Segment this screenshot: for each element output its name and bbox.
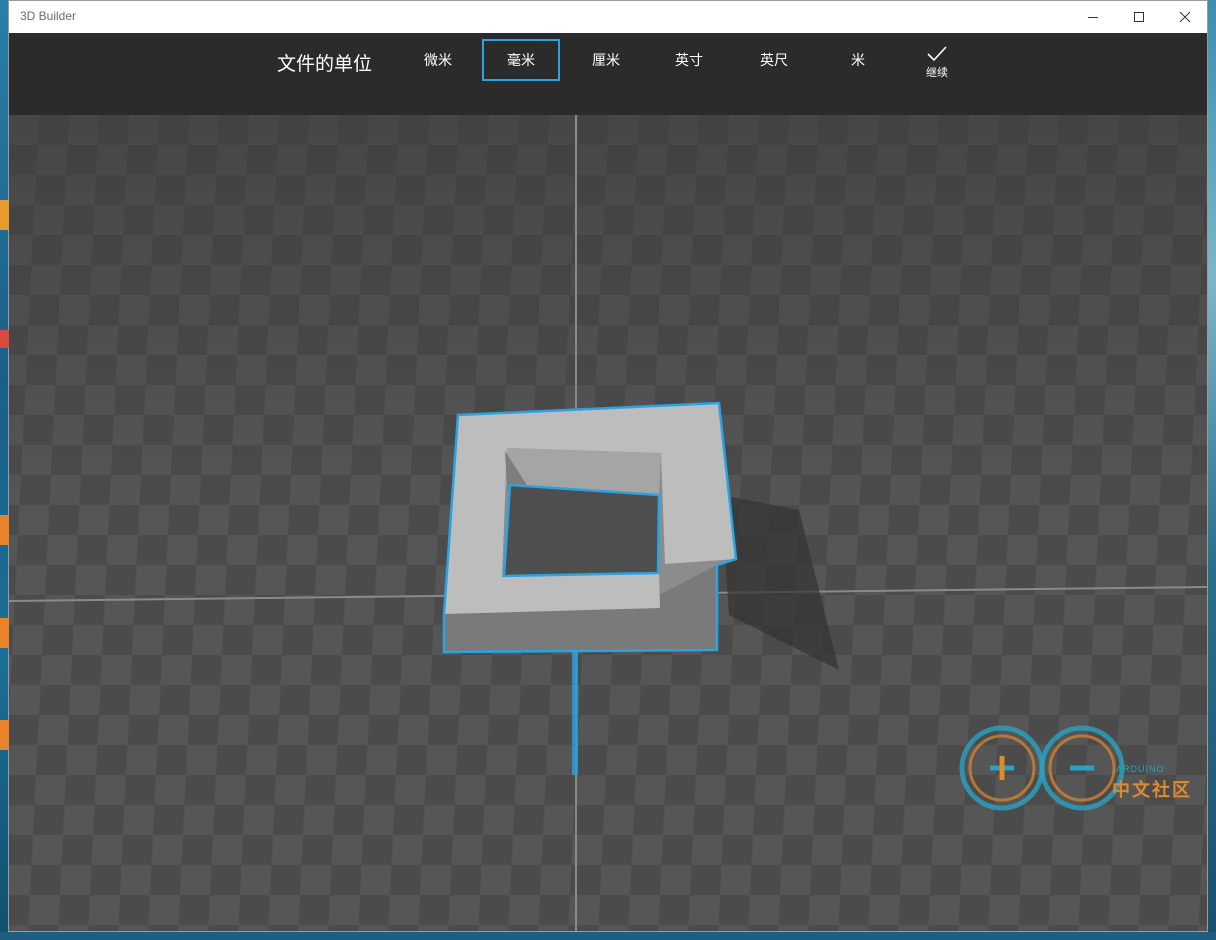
desktop-icon[interactable] — [0, 200, 9, 230]
minimize-button[interactable] — [1070, 1, 1116, 33]
maximize-icon — [1134, 12, 1144, 22]
unit-button-millimeter[interactable]: 毫米 — [482, 39, 560, 81]
unit-button-meter[interactable]: 米 — [819, 39, 897, 81]
continue-label: 继续 — [926, 66, 948, 79]
minimize-icon — [1088, 17, 1098, 18]
desktop-icon[interactable] — [0, 330, 9, 348]
units-heading: 文件的单位 — [277, 53, 373, 75]
close-button[interactable] — [1162, 1, 1207, 33]
title-bar: 3D Builder — [9, 1, 1207, 33]
desktop-icon[interactable] — [0, 515, 9, 545]
3d-model[interactable] — [442, 401, 738, 654]
checkmark-icon — [927, 46, 947, 62]
unit-button-inch[interactable]: 英寸 — [650, 39, 728, 81]
unit-button-centimeter[interactable]: 厘米 — [567, 39, 645, 81]
desktop-background-right — [1208, 0, 1216, 940]
watermark-brand: ARDUINO — [1116, 764, 1165, 774]
units-toolbar: 文件的单位 微米 毫米 厘米 英寸 英尺 米 继续 — [9, 33, 1207, 115]
taskbar-peek — [0, 932, 1216, 940]
unit-button-foot[interactable]: 英尺 — [735, 39, 813, 81]
desktop-icon[interactable] — [0, 720, 9, 750]
window-title: 3D Builder — [20, 9, 77, 23]
unit-button-micrometer[interactable]: 微米 — [399, 39, 477, 81]
watermark-text: 中文社区 — [1112, 780, 1192, 801]
desktop-icon[interactable] — [0, 618, 9, 648]
close-icon — [1179, 11, 1191, 23]
continue-button[interactable]: 继续 — [909, 45, 965, 93]
maximize-button[interactable] — [1116, 1, 1162, 33]
